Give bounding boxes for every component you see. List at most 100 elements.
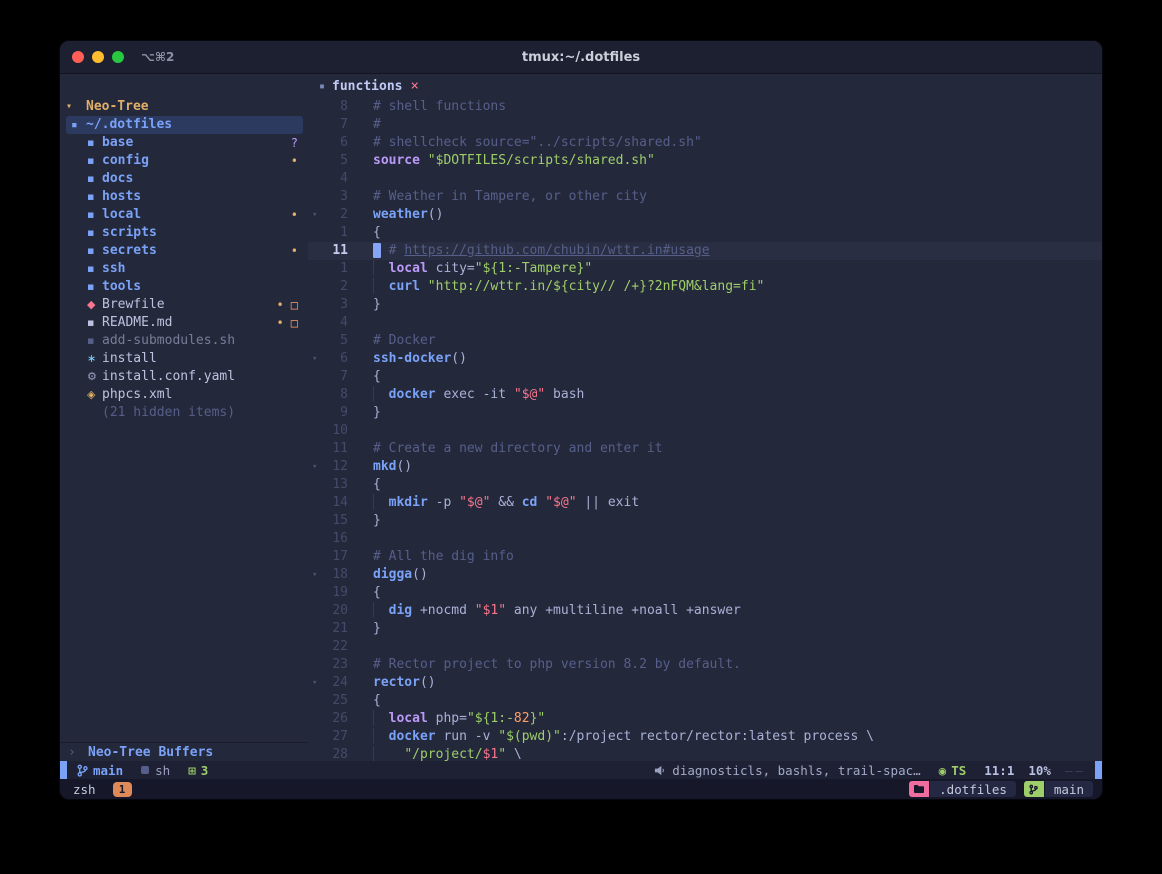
tmux-window-badge[interactable]: 1	[113, 782, 132, 797]
code-line[interactable]: 5# Docker	[308, 332, 1102, 350]
fold-marker-icon[interactable]: ▾	[308, 350, 324, 368]
neotree-buffers-bar[interactable]: › Neo-Tree Buffers	[60, 742, 308, 761]
code-line[interactable]: 23# Rector project to php version 8.2 by…	[308, 656, 1102, 674]
line-number: 1	[324, 260, 348, 278]
item-label: local	[102, 206, 141, 224]
code-line[interactable]: 26▏ local php="${1:-82}"	[308, 710, 1102, 728]
close-window-button[interactable]	[72, 51, 84, 63]
item-label: install.conf.yaml	[102, 368, 235, 386]
neotree-item-install.conf.yaml[interactable]: ⚙install.conf.yaml	[60, 368, 308, 386]
folder-open-icon: ▪	[71, 116, 86, 134]
code-line[interactable]: 20▏ dig +nocmd "$1" any +multiline +noal…	[308, 602, 1102, 620]
neotree-item-ssh[interactable]: ▪ssh	[60, 260, 308, 278]
neotree-header[interactable]: ▾ Neo-Tree	[60, 98, 308, 116]
fold-marker-icon[interactable]: ▾	[308, 206, 324, 224]
filetype-icon	[141, 766, 149, 774]
code-line[interactable]: 4	[308, 170, 1102, 188]
code-line[interactable]: 27▏ docker run -v "$(pwd)":/project rect…	[308, 728, 1102, 746]
code-line[interactable]: 17# All the dig info	[308, 548, 1102, 566]
code-line[interactable]: 3# Weather in Tampere, or other city	[308, 188, 1102, 206]
neotree-item-docs[interactable]: ▪docs	[60, 170, 308, 188]
tab-close-icon[interactable]: ×	[410, 78, 418, 94]
line-number: 16	[324, 530, 348, 548]
file-icon: ▪	[87, 260, 102, 278]
code-line[interactable]: 22	[308, 638, 1102, 656]
line-number: 4	[324, 170, 348, 188]
neotree-item-tools[interactable]: ▪tools	[60, 278, 308, 296]
line-number: 6	[324, 134, 348, 152]
file-icon: ▪	[87, 134, 102, 152]
code-line[interactable]: 16	[308, 530, 1102, 548]
file-icon: ▪	[87, 206, 102, 224]
line-number: 7	[324, 368, 348, 386]
line-number: 28	[324, 746, 348, 761]
neotree-item-hosts[interactable]: ▪hosts	[60, 188, 308, 206]
neotree-item-config[interactable]: ▪config•	[60, 152, 308, 170]
line-number: 14	[324, 494, 348, 512]
code-line[interactable]: 10	[308, 422, 1102, 440]
code-line[interactable]: 9}	[308, 404, 1102, 422]
tab-functions[interactable]: functions	[332, 79, 402, 94]
line-number: 18	[324, 566, 348, 584]
neotree-item-local[interactable]: ▪local•	[60, 206, 308, 224]
code-line[interactable]: 14▏ mkdir -p "$@" && cd "$@" || exit	[308, 494, 1102, 512]
code-line[interactable]: ▾2weather()	[308, 206, 1102, 224]
code-line[interactable]: ▾12mkd()	[308, 458, 1102, 476]
git-branch-indicator[interactable]: main	[77, 763, 123, 778]
neotree-item-README.md[interactable]: ▪README.md•□	[60, 314, 308, 332]
code-line[interactable]: 28▏ "/project/$1" \	[308, 746, 1102, 761]
code-line[interactable]: ▾24rector()	[308, 674, 1102, 692]
item-label: config	[102, 152, 149, 170]
neotree-item-install[interactable]: ∗install	[60, 350, 308, 368]
file-icon: ▪	[87, 224, 102, 242]
git-status-badge: •	[277, 296, 284, 314]
code-line[interactable]: 2▏ curl "http://wttr.in/${city// /+}?2nF…	[308, 278, 1102, 296]
titlebar[interactable]: ⌥⌘2 tmux:~/.dotfiles	[60, 41, 1102, 74]
statusline: main sh ⊞ 3 diagnosticls, bashls, trail-…	[60, 761, 1102, 779]
window-shortcut-label: ⌥⌘2	[141, 50, 174, 64]
neotree-item-scripts[interactable]: ▪scripts	[60, 224, 308, 242]
code-line[interactable]: 13{	[308, 476, 1102, 494]
minimize-window-button[interactable]	[92, 51, 104, 63]
code-line[interactable]: 19{	[308, 584, 1102, 602]
neotree-item-phpcs.xml[interactable]: ◈phpcs.xml	[60, 386, 308, 404]
code-line[interactable]: 11 # https://github.com/chubin/wttr.in#u…	[308, 242, 1102, 260]
neotree-item-base[interactable]: ▪base?	[60, 134, 308, 152]
code-line[interactable]: 4	[308, 314, 1102, 332]
neotree-item-secrets[interactable]: ▪secrets•	[60, 242, 308, 260]
diff-added-count: 3	[201, 763, 209, 778]
line-number: 24	[324, 674, 348, 692]
code-line[interactable]: ▾18digga()	[308, 566, 1102, 584]
code-line[interactable]: 15}	[308, 512, 1102, 530]
git-branch-label: main	[93, 763, 123, 778]
code-line[interactable]: 8▏ docker exec -it "$@" bash	[308, 386, 1102, 404]
neotree-item-add-submodules.sh[interactable]: ▪add-submodules.sh	[60, 332, 308, 350]
code-line[interactable]: ▾6ssh-docker()	[308, 350, 1102, 368]
fold-marker-icon[interactable]: ▾	[308, 566, 324, 584]
line-number: 11	[324, 242, 348, 260]
neotree-hidden-note: (21 hidden items)	[60, 404, 308, 422]
code-line[interactable]: 1{	[308, 224, 1102, 242]
zoom-window-button[interactable]	[112, 51, 124, 63]
code-line[interactable]: 11# Create a new directory and enter it	[308, 440, 1102, 458]
line-number: 3	[324, 188, 348, 206]
line-number: 13	[324, 476, 348, 494]
code-line[interactable]: 8# shell functions	[308, 98, 1102, 116]
code-line[interactable]: 7{	[308, 368, 1102, 386]
code-area[interactable]: 8# shell functions7#6# shellcheck source…	[308, 98, 1102, 761]
item-label: install	[102, 350, 157, 368]
code-line[interactable]: 3}	[308, 296, 1102, 314]
code-line[interactable]: 7#	[308, 116, 1102, 134]
code-line[interactable]: 6# shellcheck source="../scripts/shared.…	[308, 134, 1102, 152]
lsp-servers-label: diagnosticls, bashls, trail-spac…	[672, 763, 920, 778]
code-line[interactable]: 25{	[308, 692, 1102, 710]
git-branch-icon	[1024, 781, 1044, 797]
code-line[interactable]: 21}	[308, 620, 1102, 638]
fold-marker-icon[interactable]: ▾	[308, 674, 324, 692]
neotree-item-Brewfile[interactable]: ◆Brewfile•□	[60, 296, 308, 314]
neotree-root-item[interactable]: ▪ ~/.dotfiles	[66, 116, 303, 134]
code-line[interactable]: 1▏ local city="${1:-Tampere}"	[308, 260, 1102, 278]
tmux-pane: ▾ Neo-Tree ▪ ~/.dotfiles ▪base?▪config•▪…	[60, 74, 1102, 761]
code-line[interactable]: 5source "$DOTFILES/scripts/shared.sh"	[308, 152, 1102, 170]
fold-marker-icon[interactable]: ▾	[308, 458, 324, 476]
